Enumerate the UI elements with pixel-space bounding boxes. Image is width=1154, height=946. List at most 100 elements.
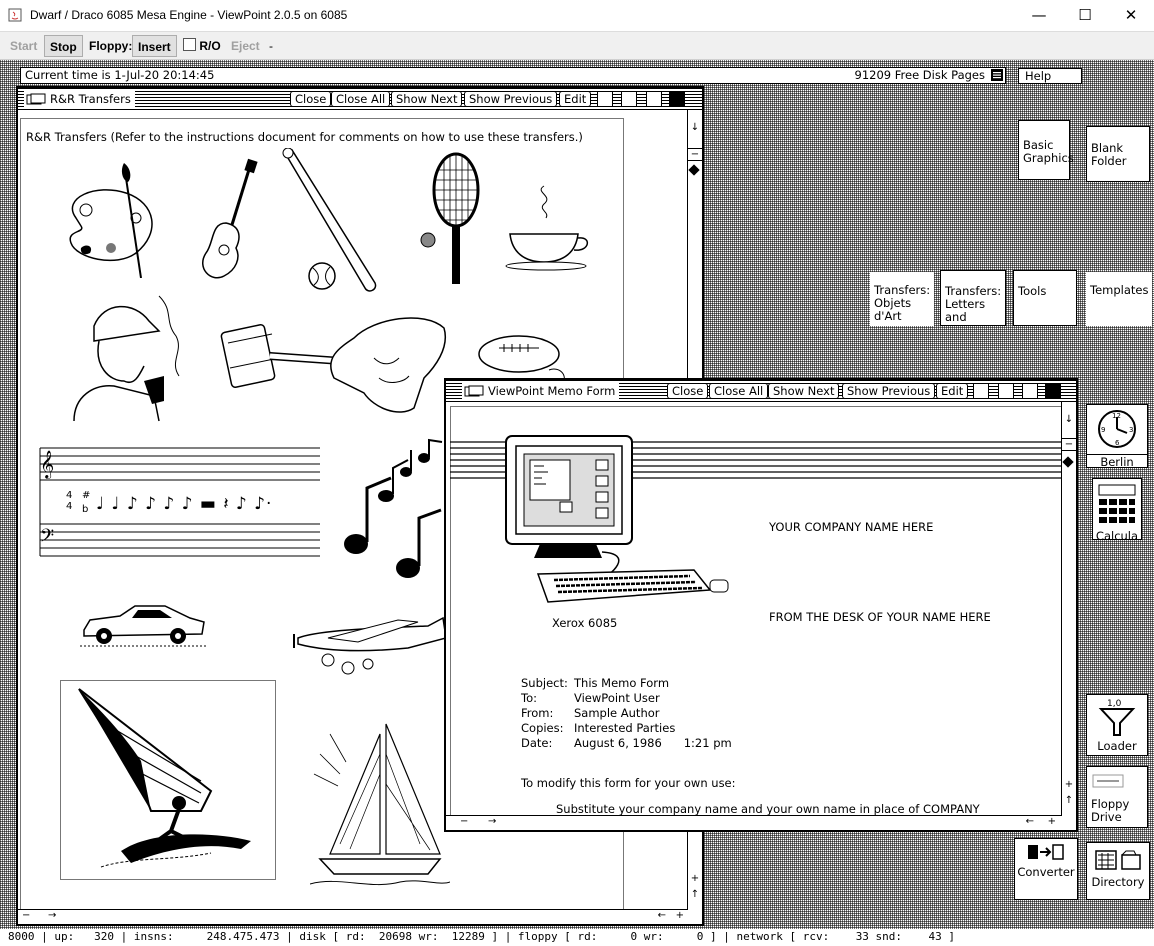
- help-tab[interactable]: Help: [1018, 68, 1082, 84]
- memo-horizontal-scrollbar[interactable]: − → ← +: [446, 815, 1062, 830]
- hscroll-plus[interactable]: +: [676, 910, 684, 921]
- insert-button[interactable]: Insert: [132, 35, 177, 57]
- maximize-button[interactable]: ☐: [1062, 0, 1108, 30]
- close-window-button[interactable]: ✕: [1108, 0, 1154, 30]
- rr-heading: R&R Transfers (Refer to the instructions…: [26, 130, 583, 144]
- rr-close-all-button[interactable]: Close All: [331, 91, 391, 107]
- memo-edit-button[interactable]: Edit: [936, 383, 969, 399]
- memo-close-all-button[interactable]: Close All: [709, 383, 769, 399]
- memo-vertical-scrollbar[interactable]: ↓ − + ↑: [1061, 402, 1076, 816]
- java-app-icon: [8, 8, 22, 22]
- memo-document-area[interactable]: Xerox 6085 YOUR COMPANY NAME HERE FROM T…: [446, 402, 1064, 818]
- svg-text:3: 3: [1129, 426, 1133, 434]
- scroll-plus[interactable]: +: [1062, 779, 1076, 790]
- loader-label: Loader: [1097, 739, 1137, 753]
- rr-edit-button[interactable]: Edit: [559, 91, 592, 107]
- blank-folder-icon[interactable]: Blank Folder: [1086, 126, 1150, 182]
- memo-title-text: ViewPoint Memo Form: [488, 384, 616, 398]
- document-icon[interactable]: [597, 91, 613, 107]
- scroll-plus[interactable]: +: [688, 873, 702, 884]
- status-line: Current time is 1-Jul-20 20:14:45 91209 …: [20, 67, 1006, 84]
- scroll-up-arrow[interactable]: ↑: [1062, 795, 1076, 806]
- field-value[interactable]: ViewPoint User: [574, 691, 660, 705]
- hscroll-left-arrow[interactable]: ←: [1026, 816, 1034, 827]
- stop-button[interactable]: Stop: [44, 35, 83, 57]
- memo-show-next-button[interactable]: Show Next: [768, 383, 840, 399]
- basic-graphics-icon[interactable]: Basic Graphics: [1018, 120, 1074, 180]
- funnel-icon: 1,0: [1098, 699, 1136, 736]
- transfers-objets-icon[interactable]: Transfers: Objets d'Art: [870, 272, 934, 326]
- detective-icon: [73, 295, 180, 422]
- berlin-clock-icon[interactable]: 12 9 3 6 Berlin: [1086, 404, 1148, 469]
- checkbox-box[interactable]: [183, 38, 196, 51]
- teacup-icon: [505, 185, 588, 271]
- baseball-bat-icon: [282, 148, 377, 292]
- scroll-thumb[interactable]: [688, 164, 700, 176]
- berlin-label: Berlin: [1087, 454, 1147, 469]
- memo-form-window[interactable]: ViewPoint Memo Form Close Close All Show…: [444, 378, 1078, 832]
- directory-cabinet-icon: [1095, 850, 1141, 870]
- eject-button[interactable]: Eject: [226, 35, 265, 57]
- memo-window-title: ViewPoint Memo Form: [462, 383, 620, 399]
- properties-icon[interactable]: [998, 383, 1014, 399]
- from-desk[interactable]: FROM THE DESK OF YOUR NAME HERE: [769, 610, 991, 624]
- free-disk-pages: 91209 Free Disk Pages: [854, 68, 986, 82]
- meter-bottom: 4: [66, 501, 73, 512]
- scroll-thumb[interactable]: [1062, 456, 1074, 468]
- calcula-label: Calcula: [1095, 529, 1139, 543]
- floppy-name: -: [269, 39, 273, 53]
- field-label: To:: [521, 691, 537, 705]
- memo-window-header: ViewPoint Memo Form Close Close All Show…: [446, 380, 1076, 403]
- rr-show-next-button[interactable]: Show Next: [391, 91, 463, 107]
- scroll-down-arrow[interactable]: ↓: [688, 122, 702, 133]
- window-menu-icon[interactable]: [669, 91, 685, 107]
- loader-icon[interactable]: 1,0 Loader: [1086, 694, 1148, 756]
- scroll-up-arrow[interactable]: ↑: [688, 889, 702, 900]
- floppy-drive-icon[interactable]: Floppy Drive: [1086, 766, 1148, 828]
- field-value[interactable]: This Memo Form: [574, 676, 669, 690]
- field-value[interactable]: Interested Parties: [574, 721, 675, 735]
- field-value[interactable]: August 6, 1986 1:21 pm: [574, 736, 732, 750]
- scroll-minus[interactable]: −: [1062, 438, 1076, 451]
- minimize-button[interactable]: —: [1016, 0, 1062, 30]
- window-icon[interactable]: [1022, 383, 1038, 399]
- field-label: Subject:: [521, 676, 568, 690]
- directory-icon[interactable]: Directory: [1086, 842, 1150, 900]
- field-value[interactable]: Sample Author: [574, 706, 660, 720]
- start-button[interactable]: Start: [5, 35, 42, 57]
- memo-fields: Subject: This Memo Form To: ViewPoint User…: [521, 676, 821, 751]
- rr-close-button[interactable]: Close: [290, 91, 332, 107]
- hscroll-plus[interactable]: +: [1048, 816, 1056, 827]
- ro-checkbox[interactable]: R/O: [180, 35, 226, 57]
- memo-show-previous-button[interactable]: Show Previous: [842, 383, 936, 399]
- window-menu-icon[interactable]: [1045, 383, 1061, 399]
- window-icon[interactable]: [646, 91, 662, 107]
- hscroll-left-arrow[interactable]: ←: [658, 910, 666, 921]
- company-name[interactable]: YOUR COMPANY NAME HERE: [769, 520, 933, 534]
- templates-label: Templates: [1090, 283, 1149, 297]
- transfers-letters-label: Transfers: Letters and: [945, 284, 1002, 324]
- rr-show-previous-button[interactable]: Show Previous: [464, 91, 558, 107]
- calculator-icon[interactable]: Calcula: [1092, 478, 1142, 543]
- memo-close-button[interactable]: Close: [667, 383, 709, 399]
- hscroll-right-arrow[interactable]: →: [488, 816, 496, 827]
- hscroll-minus[interactable]: −: [22, 910, 30, 921]
- transfers-letters-folder-icon[interactable]: Transfers: Letters and: [940, 270, 1006, 326]
- emulator-stats-bar: 8000 | up: 320 | insns: 248.475.473 | di…: [0, 929, 1154, 946]
- basic-graphics-label: Basic Graphics: [1023, 138, 1074, 165]
- menu-icon[interactable]: [991, 69, 1003, 81]
- hscroll-right-arrow[interactable]: →: [48, 910, 56, 921]
- templates-icon[interactable]: Templates: [1086, 272, 1152, 326]
- properties-icon[interactable]: [621, 91, 637, 107]
- tools-folder-icon[interactable]: Tools: [1013, 270, 1077, 326]
- memo-field-subject: Subject: This Memo Form: [521, 676, 821, 691]
- scroll-down-arrow[interactable]: ↓: [1062, 414, 1076, 425]
- converter-icon[interactable]: Converter: [1014, 838, 1078, 900]
- memo-field-from: From: Sample Author: [521, 706, 821, 721]
- gavel-icon: [220, 317, 447, 413]
- rr-horizontal-scrollbar[interactable]: − → ← +: [18, 909, 688, 924]
- hscroll-minus[interactable]: −: [460, 816, 468, 827]
- document-icon[interactable]: [973, 383, 989, 399]
- floppy-label: Floppy:: [89, 39, 133, 53]
- scroll-minus[interactable]: −: [688, 148, 702, 161]
